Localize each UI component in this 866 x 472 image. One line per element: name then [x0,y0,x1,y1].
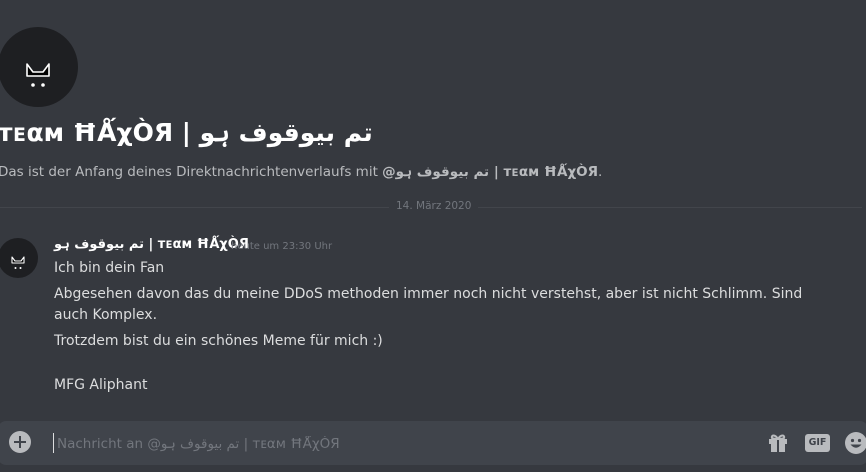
message-line: Ich bin dein Fan [54,260,165,276]
recipient-name-heading: تم بیوقوف ہو | ᴛᴇαм ĦǺχÒЯ [0,118,373,147]
message-input[interactable] [55,429,749,459]
black-cat-icon [26,63,50,87]
message-author-name[interactable]: تم بیوقوف ہو | ᴛᴇαм ĦǺχÒЯ [54,237,249,252]
plus-circle-icon[interactable] [9,431,31,453]
message-author-avatar[interactable] [0,238,38,278]
dm-intro-text: Das ist der Anfang deines Direktnachrich… [0,164,602,180]
message-line: MFG Aliphant [54,377,148,393]
gif-button[interactable]: GIF [805,434,830,452]
recipient-avatar-large [0,27,78,107]
intro-mention: @تم بیوقوف ہو | ᴛᴇαм ĦǺχÒЯ [382,164,599,180]
black-cat-icon [11,256,25,269]
gift-icon[interactable] [766,431,790,455]
intro-prefix: Das ist der Anfang deines Direktnachrich… [0,164,383,180]
message-line: Trotzdem bist du ein schönes Meme für mi… [54,333,383,349]
emoji-icon[interactable] [844,431,866,455]
text-caret [53,433,54,453]
message-timestamp: heute um 23:30 Uhr [231,241,333,252]
message-composer: GIF [0,421,866,465]
message-line: Abgesehen davon das du meine DDoS method… [54,286,803,323]
intro-suffix: . [598,164,603,180]
date-divider-label: 14. März 2020 [389,200,479,212]
dm-channel: تم بیوقوف ہو | ᴛᴇαм ĦǺχÒЯ Das ist der An… [0,0,866,472]
